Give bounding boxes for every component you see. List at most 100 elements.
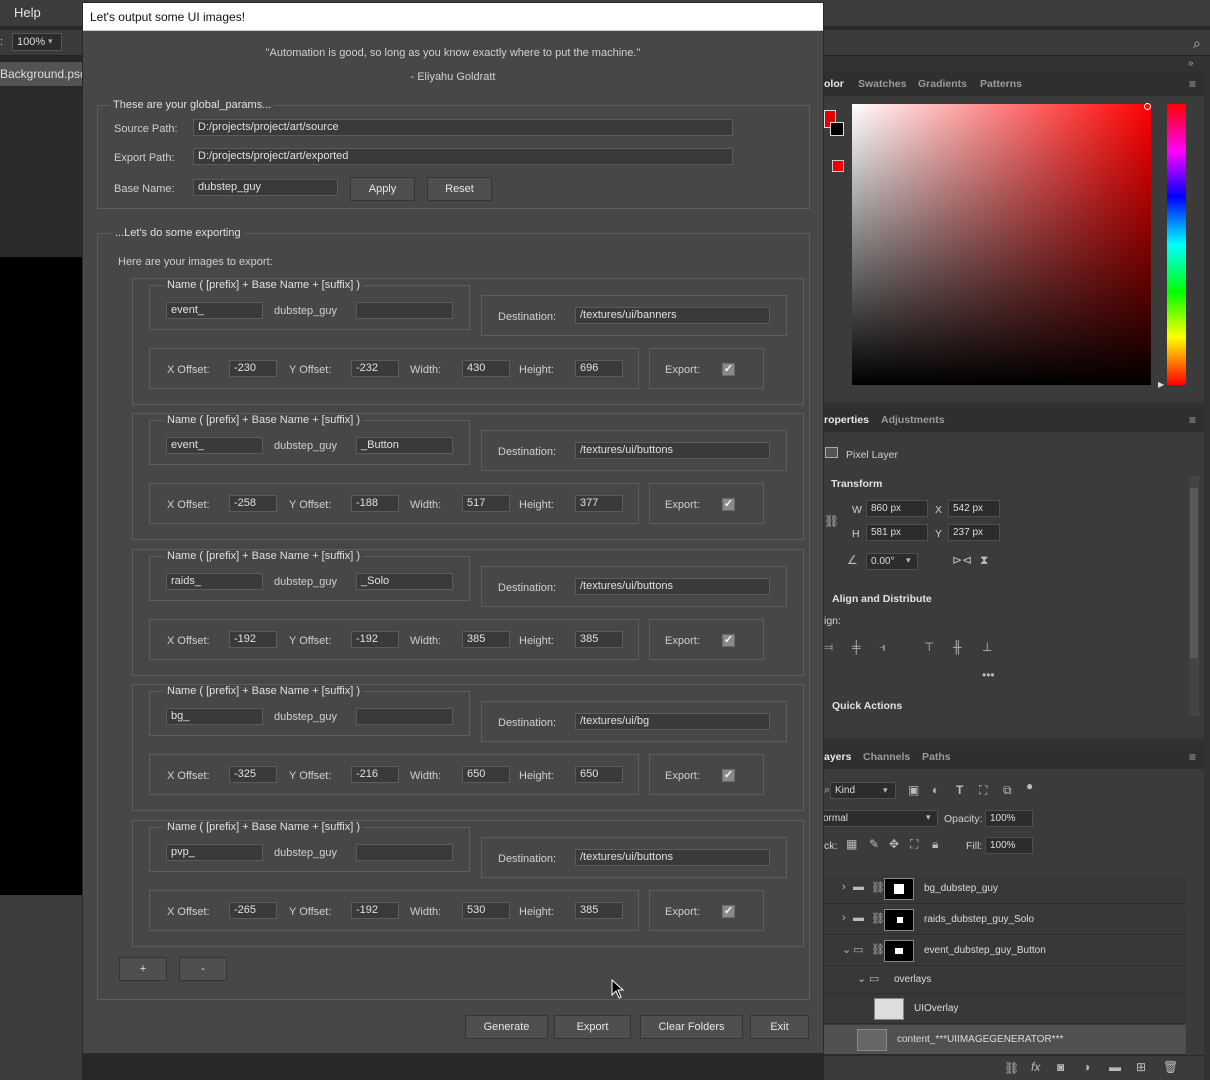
y-offset-input[interactable]: -192	[351, 631, 399, 648]
height-input[interactable]: 696	[575, 360, 623, 377]
layer-name[interactable]: UIOverlay	[914, 1003, 958, 1014]
tab-adjustments[interactable]: Adjustments	[881, 414, 945, 426]
width-input[interactable]: 430	[462, 360, 510, 377]
link-layers-icon[interactable]: ⛓	[1004, 1061, 1019, 1075]
destination-input[interactable]: /textures/ui/buttons	[575, 578, 770, 595]
y-offset-input[interactable]: -188	[351, 495, 399, 512]
y-offset-input[interactable]: -216	[351, 766, 399, 783]
height-input[interactable]: 377	[575, 495, 623, 512]
align-bottom-icon[interactable]: ⊥	[982, 640, 992, 654]
more-options-icon[interactable]: •••	[982, 668, 995, 682]
layer-mask-thumbnail[interactable]	[884, 878, 914, 900]
layer-row[interactable]: ⌄ ▭ ⛓ event_dubstep_guy_Button	[824, 936, 1186, 966]
document-tab[interactable]: Background.psd	[0, 62, 87, 86]
filter-shape-icon[interactable]: ⛶	[979, 783, 987, 798]
link-icon[interactable]: ⛓	[824, 514, 839, 528]
source-path-input[interactable]: D:/projects/project/art/source	[193, 119, 733, 136]
x-offset-input[interactable]: -258	[229, 495, 277, 512]
prefix-input[interactable]: pvp_	[166, 844, 263, 861]
color-picker-cursor[interactable]	[1144, 103, 1151, 110]
hue-slider-handle[interactable]: ▶	[1158, 380, 1164, 389]
align-right-icon[interactable]: ⫣	[879, 640, 886, 655]
tab-swatches[interactable]: Swatches	[858, 78, 906, 90]
add-item-button[interactable]: +	[119, 957, 167, 981]
properties-scrollbar-thumb[interactable]	[1190, 488, 1198, 658]
search-icon[interactable]: ⌕	[1193, 35, 1201, 52]
layer-row[interactable]: UIOverlay	[824, 994, 1186, 1024]
fx-icon[interactable]: fx	[1031, 1060, 1040, 1074]
export-path-input[interactable]: D:/projects/project/art/exported	[193, 148, 733, 165]
height-input[interactable]: 385	[575, 631, 623, 648]
panel-menu-icon[interactable]: ≡	[1189, 750, 1196, 764]
collapse-arrow-icon[interactable]: ⌄	[842, 943, 851, 956]
suffix-input[interactable]	[356, 844, 453, 861]
destination-input[interactable]: /textures/ui/buttons	[575, 442, 770, 459]
destination-input[interactable]: /textures/ui/buttons	[575, 849, 770, 866]
layer-mask-thumbnail[interactable]	[884, 940, 914, 962]
hue-slider[interactable]	[1167, 104, 1186, 385]
layer-row-selected[interactable]: content_***UIIMAGEGENERATOR***	[824, 1025, 1186, 1055]
opacity-field[interactable]: 100%	[985, 810, 1033, 827]
align-top-icon[interactable]: ⊤	[924, 640, 934, 654]
y-offset-input[interactable]: -232	[351, 360, 399, 377]
export-checkbox[interactable]: ✓	[722, 905, 735, 918]
x-offset-input[interactable]: -230	[229, 360, 277, 377]
layer-name[interactable]: overlays	[894, 974, 931, 985]
chevron-down-icon[interactable]: ▾	[926, 812, 931, 823]
transform-width-field[interactable]: 860 px	[866, 500, 928, 517]
background-color-swatch[interactable]	[830, 122, 844, 136]
chevron-down-icon[interactable]: ▾	[883, 785, 888, 796]
document-canvas[interactable]	[0, 257, 82, 895]
new-layer-icon[interactable]: ⊞	[1136, 1060, 1146, 1074]
panel-menu-icon[interactable]: ≡	[1189, 77, 1196, 91]
export-checkbox[interactable]: ✓	[722, 634, 735, 647]
tab-channels[interactable]: Channels	[863, 751, 910, 763]
chevron-down-icon[interactable]: ▾	[48, 36, 53, 47]
new-group-icon[interactable]: ▬	[1109, 1060, 1121, 1074]
tab-paths[interactable]: Paths	[922, 751, 951, 763]
lock-artboard-icon[interactable]: ⛶	[910, 837, 918, 852]
zoom-field[interactable]: 100%	[12, 33, 62, 51]
tab-gradients[interactable]: Gradients	[918, 78, 967, 90]
suffix-input[interactable]: _Button	[356, 437, 453, 454]
add-mask-icon[interactable]: ◙	[1057, 1060, 1064, 1074]
suffix-input[interactable]	[356, 708, 453, 725]
prefix-input[interactable]: event_	[166, 437, 263, 454]
x-offset-input[interactable]: -325	[229, 766, 277, 783]
destination-input[interactable]: /textures/ui/banners	[575, 307, 770, 324]
height-input[interactable]: 385	[575, 902, 623, 919]
width-input[interactable]: 650	[462, 766, 510, 783]
clear-folders-button[interactable]: Clear Folders	[640, 1015, 743, 1039]
panel-menu-icon[interactable]: ≡	[1189, 413, 1196, 427]
lock-move-icon[interactable]: ✥	[889, 837, 899, 851]
expand-arrow-icon[interactable]: ›	[842, 881, 846, 893]
prefix-input[interactable]: raids_	[166, 573, 263, 590]
collapse-icon[interactable]: »	[1188, 58, 1194, 69]
align-left-icon[interactable]: ⫤	[824, 640, 833, 655]
base-name-input[interactable]: dubstep_guy	[193, 179, 338, 196]
x-offset-input[interactable]: -192	[229, 631, 277, 648]
transform-height-field[interactable]: 581 px	[866, 524, 928, 541]
layer-row[interactable]: ⌄ ▭ overlays	[824, 967, 1186, 994]
filter-type-icon[interactable]: T	[956, 783, 963, 797]
lock-all-icon[interactable]: 🔒︎	[932, 837, 938, 852]
prefix-input[interactable]: event_	[166, 302, 263, 319]
blend-mode-select[interactable]: ormal	[818, 810, 938, 827]
suffix-input[interactable]	[356, 302, 453, 319]
prefix-input[interactable]: bg_	[166, 708, 263, 725]
collapse-arrow-icon[interactable]: ⌄	[857, 972, 866, 985]
layer-name[interactable]: event_dubstep_guy_Button	[924, 945, 1046, 956]
color-picker-field[interactable]	[852, 104, 1151, 385]
tab-layers[interactable]: ayers	[824, 751, 851, 763]
menu-help[interactable]: Help	[14, 5, 41, 20]
layer-thumbnail[interactable]	[874, 998, 904, 1020]
height-input[interactable]: 650	[575, 766, 623, 783]
apply-button[interactable]: Apply	[350, 177, 415, 201]
width-input[interactable]: 385	[462, 631, 510, 648]
lock-transparency-icon[interactable]: ▦	[846, 837, 857, 851]
width-input[interactable]: 517	[462, 495, 510, 512]
expand-arrow-icon[interactable]: ›	[842, 912, 846, 924]
fill-field[interactable]: 100%	[985, 837, 1033, 854]
layer-mask-thumbnail[interactable]	[884, 909, 914, 931]
flip-horizontal-icon[interactable]: ⊳⊲	[952, 553, 972, 567]
